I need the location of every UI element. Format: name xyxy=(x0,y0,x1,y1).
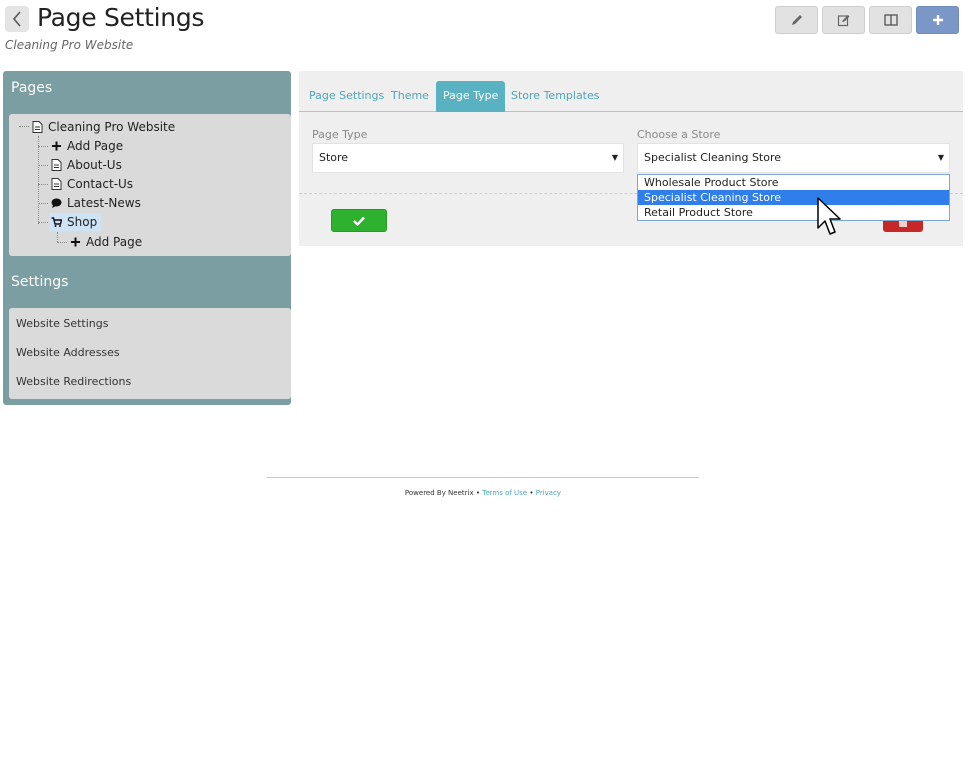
tree-item-root[interactable]: Cleaning Pro Website xyxy=(30,118,175,136)
powered-by-text: Powered By Neetrix xyxy=(404,489,474,497)
tree-item-label: Add Page xyxy=(67,139,124,153)
tree-item-latest-news[interactable]: Latest-News xyxy=(49,194,141,212)
cart-icon xyxy=(49,216,63,228)
document-icon xyxy=(49,159,63,171)
tree-item-shop-add-page[interactable]: Add Page xyxy=(68,233,142,251)
tree-item-label: Contact-Us xyxy=(67,177,134,191)
pencil-button[interactable] xyxy=(775,6,818,34)
columns-icon xyxy=(883,14,898,26)
tree-item-label: About-Us xyxy=(67,158,122,172)
chevron-left-icon xyxy=(12,11,21,27)
document-icon xyxy=(30,121,44,133)
store-option-specialist[interactable]: Specialist Cleaning Store xyxy=(638,190,949,205)
terms-link[interactable]: Terms of Use xyxy=(482,489,527,497)
add-button[interactable] xyxy=(916,6,959,34)
tree-item-about-us[interactable]: About-Us xyxy=(49,156,122,174)
tab-bar: Page Settings Theme Page Type Store Temp… xyxy=(299,81,963,112)
settings-item-website-redirections[interactable]: Website Redirections xyxy=(16,375,131,388)
store-dropdown-list: Wholesale Product Store Specialist Clean… xyxy=(637,174,950,221)
caret-down-icon: ▼ xyxy=(937,153,944,162)
plus-icon xyxy=(49,140,63,152)
plus-icon xyxy=(932,15,943,25)
comment-icon xyxy=(49,197,63,209)
footer: Powered By Neetrix • Terms of Use • Priv… xyxy=(267,489,699,497)
page-type-value: Store xyxy=(319,151,349,164)
page-type-select[interactable]: Store ▼ xyxy=(312,143,624,173)
trash-icon xyxy=(899,221,907,227)
privacy-link[interactable]: Privacy xyxy=(536,489,561,497)
page-subtitle: Cleaning Pro Website xyxy=(5,38,134,52)
footer-separator: • xyxy=(475,489,480,497)
document-icon xyxy=(49,178,63,190)
store-value: Specialist Cleaning Store xyxy=(644,151,782,164)
back-button[interactable] xyxy=(5,6,29,32)
tree-item-contact-us[interactable]: Contact-Us xyxy=(49,175,133,193)
settings-heading: Settings xyxy=(11,274,69,290)
tab-page-settings[interactable]: Page Settings xyxy=(302,81,391,112)
caret-down-icon: ▼ xyxy=(611,153,618,162)
store-label: Choose a Store xyxy=(637,128,721,141)
edit-icon xyxy=(837,15,849,27)
pencil-icon xyxy=(791,15,802,25)
toolbar xyxy=(775,6,959,34)
tree-item-label: Shop xyxy=(67,215,98,229)
save-button[interactable] xyxy=(331,209,387,232)
edit-button[interactable] xyxy=(822,6,865,34)
footer-separator: • xyxy=(529,489,534,497)
tab-store-templates[interactable]: Store Templates xyxy=(504,81,607,112)
footer-divider xyxy=(267,477,699,478)
check-icon xyxy=(353,216,365,226)
sidebar: Pages Cleaning Pro Website Add Page Abou… xyxy=(3,71,291,405)
settings-item-website-addresses[interactable]: Website Addresses xyxy=(16,346,120,359)
tree-item-add-page[interactable]: Add Page xyxy=(49,137,123,155)
tab-page-type[interactable]: Page Type xyxy=(436,81,506,112)
tab-theme[interactable]: Theme xyxy=(384,81,436,112)
pages-heading: Pages xyxy=(11,80,53,96)
settings-item-website-settings[interactable]: Website Settings xyxy=(16,317,108,330)
settings-list: Website Settings Website Addresses Websi… xyxy=(9,308,291,399)
store-select[interactable]: Specialist Cleaning Store ▼ xyxy=(637,143,950,173)
plus-icon xyxy=(68,236,82,248)
page-tree: Cleaning Pro Website Add Page About-Us C… xyxy=(9,114,291,256)
page-title: Page Settings xyxy=(37,3,205,32)
tree-item-label: Cleaning Pro Website xyxy=(48,120,176,134)
tree-item-label: Latest-News xyxy=(67,196,141,210)
tree-item-shop[interactable]: Shop xyxy=(49,213,102,231)
store-option-wholesale[interactable]: Wholesale Product Store xyxy=(638,175,949,190)
mouse-cursor-icon xyxy=(817,197,841,235)
store-option-retail[interactable]: Retail Product Store xyxy=(638,205,949,220)
columns-button[interactable] xyxy=(869,6,912,34)
tree-item-label: Add Page xyxy=(86,235,143,249)
page-type-label: Page Type xyxy=(312,128,368,141)
